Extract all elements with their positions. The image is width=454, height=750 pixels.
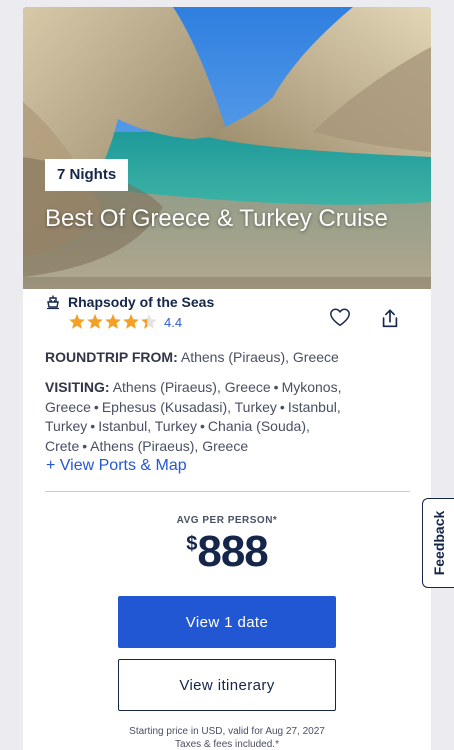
cruise-title: Best Of Greece & Turkey Cruise	[45, 205, 388, 232]
visiting-ports: VISITING: Athens (Piraeus), Greece • Mykon…	[45, 378, 390, 456]
view-ports-map-link[interactable]: + View Ports & Map	[46, 457, 187, 475]
visiting-port: Athens (Piraeus), Greece	[90, 437, 249, 454]
disclaimer-line-2: Taxes & fees included.*	[175, 739, 279, 750]
visiting-port: Istanbul, Turkey	[98, 418, 198, 434]
bullet-separator: •	[82, 437, 88, 454]
roundtrip-port: Athens (Piraeus), Greece	[180, 349, 339, 365]
price-amount: 888	[197, 527, 268, 576]
star-icon	[105, 314, 121, 329]
nights-badge: 7 Nights	[45, 159, 129, 191]
ship-icon	[47, 295, 59, 310]
price: $888	[23, 527, 431, 577]
hero-image[interactable]: 7 Nights Best Of Greece & Turkey Cruise	[23, 7, 431, 289]
avg-per-person-label: AVG PER PERSON*	[176, 515, 278, 526]
star-icon	[87, 314, 103, 329]
disclaimer-line-1: Starting price in USD, valid for Aug 27,…	[129, 726, 325, 737]
ship-name[interactable]: Rhapsody of the Seas	[68, 294, 214, 310]
bullet-separator: •	[200, 418, 205, 434]
bullet-separator: •	[90, 418, 96, 434]
feedback-label: Feedback	[430, 510, 447, 576]
cruise-card: 7 Nights Best Of Greece & Turkey Cruise …	[23, 7, 431, 750]
ship-row: Rhapsody of the Seas	[45, 294, 214, 310]
heart-icon[interactable]	[329, 307, 351, 329]
divider	[45, 491, 410, 492]
feedback-tab[interactable]: Feedback	[422, 498, 454, 588]
star-icon	[123, 314, 139, 329]
view-itinerary-button[interactable]: View itinerary	[118, 659, 336, 711]
star-icon	[69, 314, 85, 329]
star-rating	[68, 313, 158, 331]
roundtrip-label: ROUNDTRIP FROM:	[45, 349, 178, 365]
visiting-port: Ephesus (Kusadasi), Turkey	[101, 398, 277, 415]
share-icon[interactable]	[379, 308, 401, 330]
rating-value: 4.4	[164, 314, 183, 330]
bullet-separator: •	[273, 379, 279, 395]
roundtrip-info: ROUNDTRIP FROM: Athens (Piraeus), Greece	[45, 348, 415, 366]
star-icon	[141, 314, 157, 329]
price-currency: $	[186, 533, 198, 555]
visiting-port: Athens (Piraeus), Greece	[112, 379, 271, 395]
bullet-separator: •	[279, 398, 285, 415]
cove-photo	[23, 7, 431, 289]
price-disclaimer: Starting price in USD, valid for Aug 27,…	[23, 725, 431, 750]
view-dates-button[interactable]: View 1 date	[118, 596, 336, 648]
rating[interactable]: 4.4	[68, 313, 182, 331]
bullet-separator: •	[93, 398, 99, 415]
visiting-label: VISITING:	[45, 379, 110, 395]
